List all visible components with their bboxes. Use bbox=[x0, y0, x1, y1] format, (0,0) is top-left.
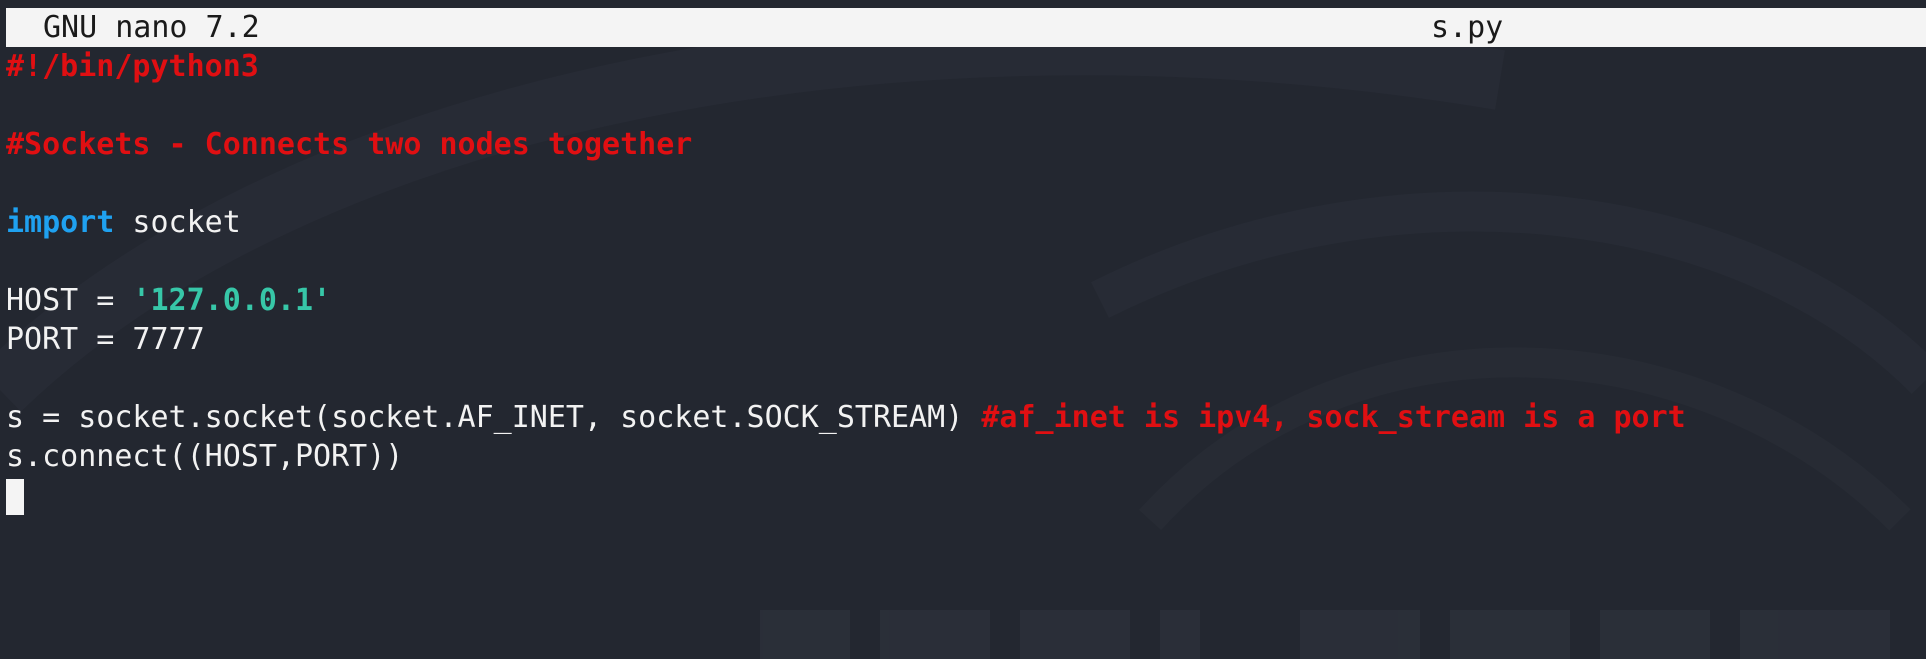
code-line-2[interactable] bbox=[6, 86, 1926, 125]
code-line-1[interactable]: #!/bin/python3 bbox=[6, 47, 1926, 86]
code-line-9[interactable] bbox=[6, 359, 1926, 398]
code-line-4[interactable] bbox=[6, 164, 1926, 203]
nano-editor-window[interactable]: GNU nano 7.2 s.py #!/bin/python3 #Socket… bbox=[0, 0, 1926, 659]
code-line-11[interactable]: s.connect((HOST,PORT)) bbox=[6, 437, 1926, 476]
import-keyword: import bbox=[6, 205, 115, 240]
nano-title-bar: GNU nano 7.2 s.py bbox=[6, 8, 1926, 47]
code-line-8[interactable]: PORT = 7777 bbox=[6, 320, 1926, 359]
code-line-5[interactable]: import socket bbox=[6, 203, 1926, 242]
app-version-label: GNU nano 7.2 bbox=[43, 10, 260, 45]
host-assignment: HOST = bbox=[6, 283, 133, 318]
sockets-comment: #Sockets - Connects two nodes together bbox=[6, 127, 693, 162]
code-line-10[interactable]: s = socket.socket(socket.AF_INET, socket… bbox=[6, 398, 1926, 437]
code-line-12[interactable] bbox=[6, 476, 1926, 515]
filename-label: s.py bbox=[1431, 10, 1504, 45]
shebang-comment: #!/bin/python3 bbox=[6, 49, 259, 84]
code-line-7[interactable]: HOST = '127.0.0.1' bbox=[6, 281, 1926, 320]
import-module: socket bbox=[114, 205, 241, 240]
socket-comment: #af_inet is ipv4, sock_stream is a port bbox=[981, 400, 1686, 435]
text-buffer[interactable]: #!/bin/python3 #Sockets - Connects two n… bbox=[6, 47, 1926, 515]
code-line-3[interactable]: #Sockets - Connects two nodes together bbox=[6, 125, 1926, 164]
host-string: '127.0.0.1' bbox=[132, 283, 332, 318]
code-line-6[interactable] bbox=[6, 242, 1926, 281]
socket-call: s = socket.socket(socket.AF_INET, socket… bbox=[6, 400, 982, 435]
port-assignment: PORT = 7777 bbox=[6, 322, 205, 357]
connect-call: s.connect((HOST,PORT)) bbox=[6, 439, 404, 474]
text-cursor bbox=[6, 478, 24, 515]
